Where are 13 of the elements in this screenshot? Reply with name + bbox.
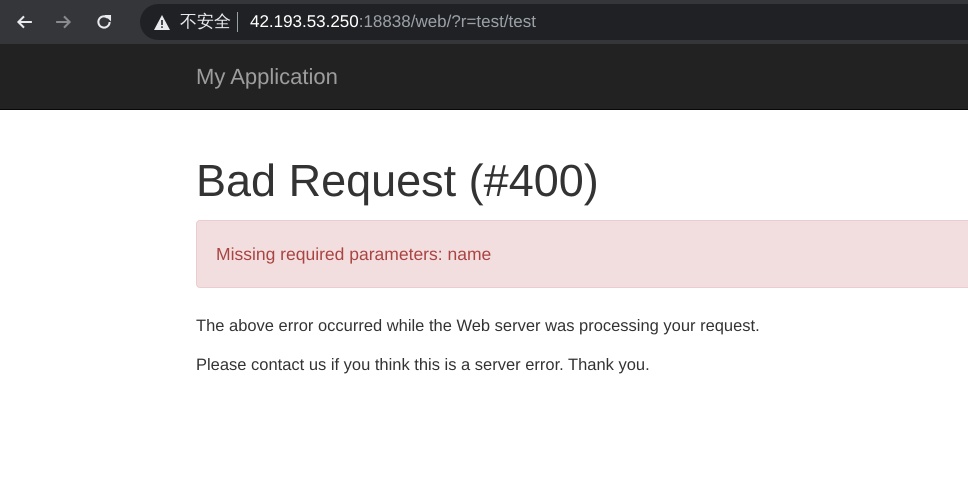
error-alert: Missing required parameters: name: [196, 220, 968, 288]
url-host: 42.193.53.250: [250, 11, 359, 34]
reload-icon: [95, 13, 113, 31]
back-icon: [15, 13, 33, 31]
security-label: 不安全: [180, 11, 231, 34]
page-title: Bad Request (#400): [196, 156, 600, 206]
forward-icon: [55, 13, 73, 31]
paragraph: The above error occurred while the Web server was processing your request.: [196, 316, 761, 337]
warning-icon: [154, 14, 170, 30]
address-bar[interactable]: 不安全 42.193.53.250:18838/web/?r=test/test: [140, 4, 968, 40]
navbar-brand[interactable]: My Application: [196, 60, 338, 93]
paragraph: Please contact us if you think this is a server error. Thank you.: [196, 354, 651, 376]
url-path: :18838/web/?r=test/test: [358, 11, 536, 34]
